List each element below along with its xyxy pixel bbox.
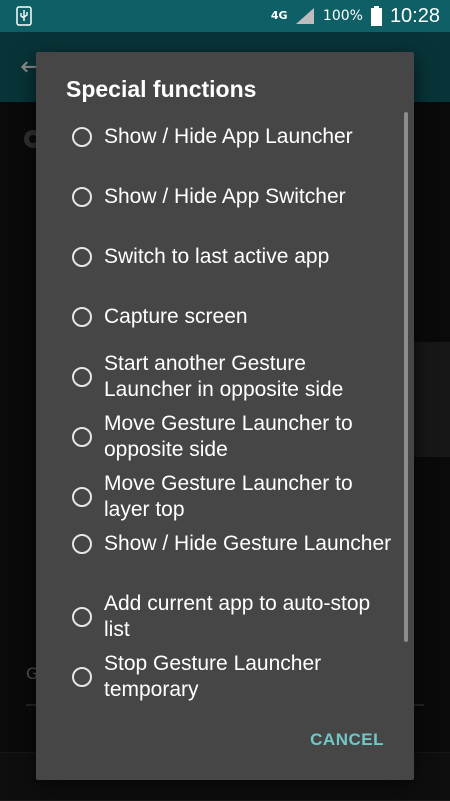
radio-button[interactable] [72, 127, 92, 147]
battery-icon [370, 6, 382, 26]
option-move-launcher-top[interactable]: Move Gesture Launcher to layer top [72, 471, 392, 523]
radio-button[interactable] [72, 427, 92, 447]
option-label: Move Gesture Launcher to layer top [104, 472, 353, 521]
signal-icon [295, 8, 314, 24]
battery-percent: 100% [322, 8, 363, 24]
option-label: Switch to last active app [104, 245, 330, 268]
radio-button[interactable] [72, 487, 92, 507]
option-start-another-launcher[interactable]: Start another Gesture Launcher in opposi… [72, 351, 392, 403]
option-label: Show / Hide Gesture Launcher [104, 532, 392, 555]
option-stop-temporary[interactable]: Stop Gesture Launcher temporary [72, 651, 392, 703]
option-label: Capture screen [104, 305, 248, 328]
radio-button[interactable] [72, 247, 92, 267]
option-show-hide-app-launcher[interactable]: Show / Hide App Launcher [72, 124, 392, 150]
option-add-auto-stop[interactable]: Add current app to auto-stop list [72, 591, 392, 643]
radio-button[interactable] [72, 534, 92, 554]
option-capture-screen[interactable]: Capture screen [72, 304, 392, 330]
scrollbar[interactable] [404, 112, 408, 642]
radio-button[interactable] [72, 307, 92, 327]
option-label: Show / Hide App Switcher [104, 185, 346, 208]
option-show-hide-app-switcher[interactable]: Show / Hide App Switcher [72, 184, 392, 210]
status-bar: 4G 100% 10:28 [0, 0, 450, 32]
status-time: 10:28 [389, 4, 440, 27]
option-label: Move Gesture Launcher to opposite side [104, 412, 353, 461]
radio-button[interactable] [72, 607, 92, 627]
option-switch-last-app[interactable]: Switch to last active app [72, 244, 392, 270]
option-label: Show / Hide App Launcher [104, 125, 353, 148]
special-functions-dialog: Special functions Show / Hide App Launch… [36, 52, 414, 780]
options-list[interactable]: Show / Hide App Launcher Show / Hide App… [36, 112, 414, 704]
radio-button[interactable] [72, 367, 92, 387]
dialog-title: Special functions [66, 76, 257, 102]
option-label: Add current app to auto-stop list [104, 592, 371, 641]
network-type: 4G [270, 9, 288, 22]
option-move-launcher-opposite[interactable]: Move Gesture Launcher to opposite side [72, 411, 392, 463]
option-label: Start another Gesture Launcher in opposi… [104, 352, 344, 401]
cancel-button[interactable]: CANCEL [310, 730, 384, 750]
option-label: Stop Gesture Launcher temporary [104, 652, 322, 701]
usb-icon [10, 4, 38, 28]
option-show-hide-gesture-launcher[interactable]: Show / Hide Gesture Launcher [72, 531, 392, 557]
radio-button[interactable] [72, 187, 92, 207]
radio-button[interactable] [72, 667, 92, 687]
